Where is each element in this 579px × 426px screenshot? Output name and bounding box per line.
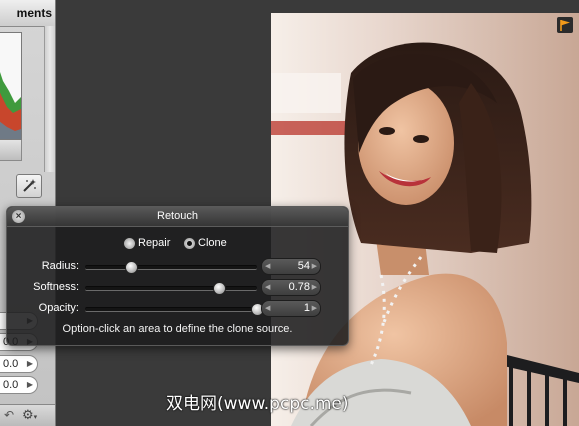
adjust-field-4[interactable]: 0.0 ▶ [0,376,38,394]
gear-icon[interactable]: ⚙▾ [22,407,37,423]
softness-slider[interactable] [85,282,257,295]
hud-titlebar[interactable]: Retouch × [7,207,348,227]
adjustments-tab[interactable]: ments [0,0,55,27]
chevron-right-icon: ▶ [26,380,33,389]
softness-value: 0.78 [288,281,310,293]
radius-value: 54 [297,260,310,272]
radius-slider-knob[interactable] [125,261,139,274]
magic-wand-icon [23,179,36,192]
clone-radio[interactable]: Clone [183,236,239,250]
undo-icon[interactable]: ↶ [4,408,14,422]
softness-label: Softness: [33,281,79,293]
radius-stepper[interactable]: ◀ 54 ▶ [261,258,321,275]
increment-icon[interactable]: ▶ [312,301,317,316]
decrement-icon[interactable]: ◀ [265,301,270,316]
adjustments-tab-label: ments [16,6,52,20]
close-icon[interactable]: × [12,210,25,223]
softness-stepper[interactable]: ◀ 0.78 ▶ [261,279,321,296]
retouch-hud: Retouch × Repair Clone Radius: ◀ 54 ▶ So… [6,206,349,346]
decrement-icon[interactable]: ◀ [265,259,270,274]
flag-icon[interactable] [556,16,574,34]
opacity-stepper[interactable]: ◀ 1 ▶ [261,300,321,317]
histogram-footer [0,140,22,161]
increment-icon[interactable]: ▶ [312,280,317,295]
radio-on-icon [183,237,196,250]
repair-radio-label: Repair [138,237,171,249]
auto-enhance-button[interactable] [16,174,42,198]
repair-radio[interactable]: Repair [123,236,179,250]
chevron-right-icon: ▶ [26,359,33,368]
clone-hint-text: Option-click an area to define the clone… [62,323,293,335]
clone-radio-label: Clone [198,237,227,249]
watermark: 双电网(www.pcpc.me) [166,394,349,414]
histogram [0,32,22,140]
softness-slider-knob[interactable] [213,282,227,295]
opacity-label: Opacity: [38,302,79,314]
radius-label: Radius: [41,260,79,272]
radio-off-icon [123,237,136,250]
decrement-icon[interactable]: ◀ [265,280,270,295]
panel-scrollbar[interactable] [44,26,55,172]
hud-title: Retouch [157,210,198,222]
adjust-field-3[interactable]: 0.0 ▶ [0,355,38,373]
radius-slider[interactable] [85,261,257,274]
increment-icon[interactable]: ▶ [312,259,317,274]
opacity-slider[interactable] [85,303,264,316]
panel-bottom-toolbar: ↶ ⚙▾ [0,404,55,426]
opacity-value: 1 [303,302,310,314]
